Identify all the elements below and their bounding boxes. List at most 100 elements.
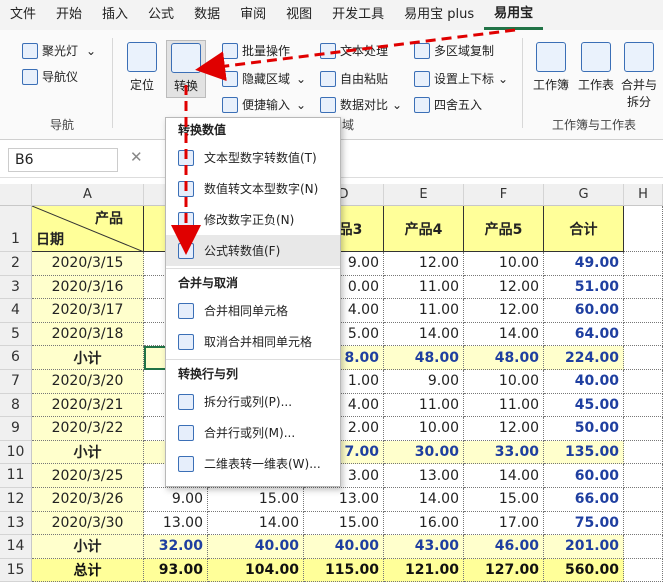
value-cell[interactable]: 13.00 bbox=[144, 511, 208, 536]
value-cell[interactable]: 17.00 bbox=[464, 511, 544, 536]
menu-item-flip-sign[interactable]: 修改数字正负(N) bbox=[166, 204, 340, 235]
hide-area-button[interactable]: 隐藏区域 ⌄ bbox=[222, 70, 306, 87]
workbook-button[interactable]: 工作簿 bbox=[530, 42, 572, 93]
row-label-cell[interactable]: 小计 bbox=[32, 535, 144, 559]
menu-item-number-to-text[interactable]: 数值转文本型数字(N) bbox=[166, 173, 340, 204]
row-header[interactable]: 7 bbox=[0, 370, 32, 394]
cell-empty[interactable] bbox=[624, 299, 663, 323]
row-header[interactable]: 9 bbox=[0, 417, 32, 441]
menu-item-text-to-number[interactable]: 文本型数字转数值(T) bbox=[166, 142, 340, 173]
value-cell[interactable]: 15.00 bbox=[304, 511, 384, 536]
column-header[interactable]: E bbox=[384, 184, 464, 206]
name-box[interactable]: B6 bbox=[8, 148, 118, 172]
value-cell[interactable]: 12.00 bbox=[384, 252, 464, 276]
value-cell[interactable]: 12.00 bbox=[464, 417, 544, 441]
row-header[interactable]: 10 bbox=[0, 440, 32, 465]
menu-tab[interactable]: 插入 bbox=[92, 0, 138, 30]
text-process-button[interactable]: 文本处理 bbox=[320, 42, 388, 59]
row-label-cell[interactable]: 2020/3/18 bbox=[32, 322, 144, 347]
row-header[interactable]: 6 bbox=[0, 346, 32, 370]
row-label-cell[interactable]: 2020/3/16 bbox=[32, 275, 144, 300]
cell-empty[interactable] bbox=[624, 535, 663, 559]
navigator-button[interactable]: 导航仪 bbox=[22, 68, 78, 85]
menu-item-merge-rows[interactable]: 合并行或列(M)... bbox=[166, 417, 340, 448]
menu-tab[interactable]: 易用宝 plus bbox=[394, 0, 484, 30]
value-cell[interactable]: 201.00 bbox=[544, 535, 624, 559]
round-button[interactable]: 四舍五入 bbox=[414, 96, 482, 113]
value-cell[interactable]: 43.00 bbox=[384, 535, 464, 559]
value-cell[interactable]: 135.00 bbox=[544, 440, 624, 465]
select-all-corner[interactable] bbox=[0, 184, 32, 206]
value-cell[interactable]: 45.00 bbox=[544, 393, 624, 418]
value-cell[interactable]: 93.00 bbox=[144, 558, 208, 582]
value-cell[interactable]: 13.00 bbox=[384, 464, 464, 488]
value-cell[interactable]: 60.00 bbox=[544, 299, 624, 323]
row-label-cell[interactable]: 2020/3/22 bbox=[32, 417, 144, 441]
value-cell[interactable]: 14.00 bbox=[464, 322, 544, 347]
value-cell[interactable]: 64.00 bbox=[544, 322, 624, 347]
value-cell[interactable]: 10.00 bbox=[464, 252, 544, 276]
value-cell[interactable]: 14.00 bbox=[464, 464, 544, 488]
value-cell[interactable]: 51.00 bbox=[544, 275, 624, 300]
row-label-cell[interactable]: 2020/3/20 bbox=[32, 370, 144, 394]
cell-empty[interactable] bbox=[624, 252, 663, 276]
value-cell[interactable]: 560.00 bbox=[544, 558, 624, 582]
cell-empty[interactable] bbox=[624, 346, 663, 370]
value-cell[interactable]: 14.00 bbox=[384, 322, 464, 347]
menu-tab[interactable]: 审阅 bbox=[230, 0, 276, 30]
menu-tab[interactable]: 视图 bbox=[276, 0, 322, 30]
value-cell[interactable]: 10.00 bbox=[464, 370, 544, 394]
value-cell[interactable]: 104.00 bbox=[208, 558, 304, 582]
data-compare-button[interactable]: 数据对比 ⌄ bbox=[320, 96, 402, 113]
value-cell[interactable]: 127.00 bbox=[464, 558, 544, 582]
value-cell[interactable]: 11.00 bbox=[464, 393, 544, 418]
row-header[interactable]: 3 bbox=[0, 275, 32, 300]
cell-empty[interactable] bbox=[624, 511, 663, 536]
multi-copy-button[interactable]: 多区域复制 bbox=[414, 42, 494, 59]
value-cell[interactable]: 9.00 bbox=[144, 488, 208, 512]
row-label-cell[interactable]: 小计 bbox=[32, 346, 144, 370]
menu-item-2d-to-1d[interactable]: 二维表转一维表(W)... bbox=[166, 448, 340, 479]
menu-tab[interactable]: 开发工具 bbox=[322, 0, 394, 30]
row-label-cell[interactable]: 2020/3/30 bbox=[32, 511, 144, 536]
convert-button[interactable]: 转换 bbox=[166, 40, 206, 98]
column-header[interactable]: F bbox=[464, 184, 544, 206]
cell-empty[interactable] bbox=[624, 393, 663, 418]
cell-empty[interactable] bbox=[624, 558, 663, 582]
column-header[interactable]: G bbox=[544, 184, 624, 206]
row-label-cell[interactable]: 总计 bbox=[32, 558, 144, 582]
row-label-cell[interactable]: 小计 bbox=[32, 440, 144, 465]
row-header[interactable]: 8 bbox=[0, 393, 32, 418]
value-cell[interactable]: 75.00 bbox=[544, 511, 624, 536]
cell-empty[interactable] bbox=[624, 275, 663, 300]
value-cell[interactable]: 10.00 bbox=[384, 417, 464, 441]
row-label-cell[interactable]: 2020/3/26 bbox=[32, 488, 144, 512]
row-header[interactable]: 5 bbox=[0, 322, 32, 347]
value-cell[interactable]: 11.00 bbox=[384, 299, 464, 323]
value-cell[interactable]: 115.00 bbox=[304, 558, 384, 582]
value-cell[interactable]: 40.00 bbox=[544, 370, 624, 394]
value-cell[interactable]: 12.00 bbox=[464, 299, 544, 323]
value-cell[interactable]: 32.00 bbox=[144, 535, 208, 559]
value-cell[interactable]: 50.00 bbox=[544, 417, 624, 441]
value-cell[interactable]: 40.00 bbox=[208, 535, 304, 559]
batch-ops-button[interactable]: 批量操作 bbox=[222, 42, 290, 59]
value-cell[interactable]: 30.00 bbox=[384, 440, 464, 465]
merge-split-button[interactable]: 合并与拆分 bbox=[618, 42, 660, 110]
menu-item-split-rows[interactable]: 拆分行或列(P)... bbox=[166, 386, 340, 417]
cell-empty[interactable] bbox=[624, 322, 663, 347]
value-cell[interactable]: 11.00 bbox=[384, 275, 464, 300]
value-cell[interactable]: 46.00 bbox=[464, 535, 544, 559]
value-cell[interactable]: 12.00 bbox=[464, 275, 544, 300]
value-cell[interactable]: 48.00 bbox=[384, 346, 464, 370]
value-cell[interactable]: 224.00 bbox=[544, 346, 624, 370]
row-label-cell[interactable]: 2020/3/25 bbox=[32, 464, 144, 488]
value-cell[interactable]: 60.00 bbox=[544, 464, 624, 488]
row-header[interactable]: 2 bbox=[0, 252, 32, 276]
worksheet-button[interactable]: 工作表 bbox=[576, 42, 616, 93]
column-header[interactable]: H bbox=[624, 184, 663, 206]
row-header[interactable]: 15 bbox=[0, 558, 32, 582]
value-cell[interactable]: 13.00 bbox=[304, 488, 384, 512]
locate-button[interactable]: 定位 bbox=[124, 42, 160, 93]
value-cell[interactable]: 40.00 bbox=[304, 535, 384, 559]
